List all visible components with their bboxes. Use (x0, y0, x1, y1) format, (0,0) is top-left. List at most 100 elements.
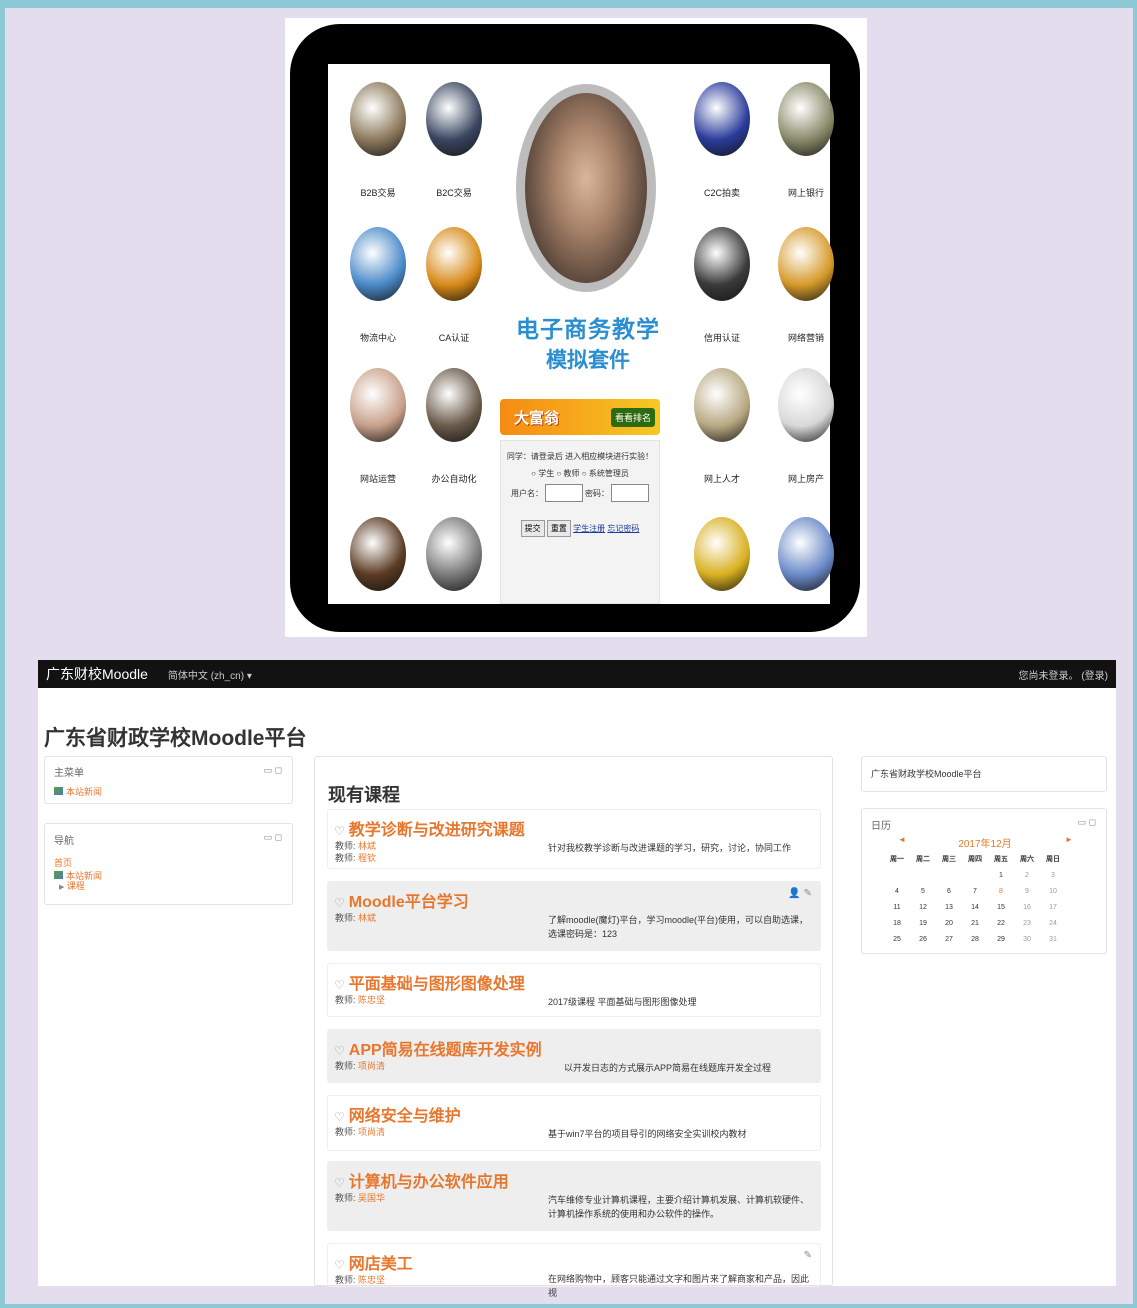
block-controls-icon[interactable]: ▭ ◻ (1078, 817, 1096, 828)
nav-courses-item[interactable]: ▶ 课程 (59, 879, 85, 892)
course-enrol-icons[interactable]: ✎ (804, 1250, 812, 1261)
module-label[interactable]: 网上人才 (682, 472, 762, 485)
password-input[interactable] (611, 484, 649, 502)
calendar-day[interactable]: 27 (936, 931, 962, 947)
next-month-button[interactable]: ► (1065, 835, 1073, 844)
course-title-link[interactable]: ♡ 计算机与办公软件应用 (334, 1168, 509, 1192)
portal-module-tile[interactable]: C2C拍卖 (682, 82, 762, 199)
calendar-day[interactable]: 12 (910, 899, 936, 915)
username-input[interactable] (545, 484, 583, 502)
calendar-day[interactable]: 16 (1014, 899, 1040, 915)
calendar-day[interactable]: 18 (884, 915, 910, 931)
teacher-link[interactable]: 程钦 (358, 853, 376, 863)
calendar-day[interactable]: 9 (1014, 883, 1040, 899)
module-label[interactable]: 网络营销 (766, 331, 846, 344)
course-title[interactable]: 网店美工 (349, 1256, 413, 1273)
calendar-day[interactable]: 8 (988, 883, 1014, 899)
course-title-link[interactable]: ♡ Moodle平台学习 (334, 888, 469, 912)
portal-module-tile[interactable]: 网上房产 (766, 368, 846, 485)
block-controls-icon[interactable]: ▭ ◻ (264, 765, 282, 776)
module-label[interactable]: CA认证 (414, 331, 494, 344)
course-title-link[interactable]: ♡ 网店美工 (334, 1250, 413, 1274)
calendar-day[interactable]: 5 (910, 883, 936, 899)
course-title[interactable]: 网络安全与维护 (349, 1108, 461, 1125)
portal-module-tile[interactable]: CA认证 (414, 227, 494, 344)
view-ranking-button[interactable]: 看看排名 (610, 408, 655, 427)
course-title-link[interactable]: ♡ 网络安全与维护 (334, 1102, 461, 1126)
nav-courses-link[interactable]: 课程 (67, 881, 85, 891)
teacher-link[interactable]: 林斌 (358, 913, 376, 923)
module-label[interactable]: 办公自动化 (414, 472, 494, 485)
module-label[interactable]: C2C拍卖 (682, 186, 762, 199)
teacher-link[interactable]: 陈忠坚 (358, 995, 385, 1005)
calendar-day[interactable]: 22 (988, 915, 1014, 931)
forgot-password-link[interactable]: 忘记密码 (607, 524, 639, 533)
portal-module-tile[interactable]: 网上银行 (766, 82, 846, 199)
register-link[interactable]: 学生注册 (573, 524, 605, 533)
portal-module-tile[interactable]: 办公自动化 (414, 368, 494, 485)
portal-module-tile[interactable] (766, 517, 846, 591)
calendar-day[interactable]: 21 (962, 915, 988, 931)
course-title[interactable]: 教学诊断与改进研究课题 (349, 822, 525, 839)
calendar-day[interactable]: 2 (1014, 867, 1040, 883)
teacher-link[interactable]: 林斌 (358, 841, 376, 851)
module-label[interactable]: 网上银行 (766, 186, 846, 199)
site-brand-link[interactable]: 广东财校Moodle (46, 664, 148, 684)
module-label[interactable]: 网上房产 (766, 472, 846, 485)
module-label[interactable]: 物流中心 (338, 331, 418, 344)
language-menu[interactable]: 简体中文 (zh_cn) ▾ (168, 667, 252, 682)
portal-module-tile[interactable]: B2B交易 (338, 82, 418, 199)
course-title[interactable]: Moodle平台学习 (349, 894, 469, 911)
portal-module-tile[interactable]: 物流中心 (338, 227, 418, 344)
portal-module-tile[interactable] (338, 517, 418, 591)
teacher-link[interactable]: 吴国华 (358, 1193, 385, 1203)
radio-teacher[interactable]: ○ 教师 (556, 469, 579, 478)
calendar-day[interactable]: 19 (910, 915, 936, 931)
calendar-day[interactable]: 29 (988, 931, 1014, 947)
submit-button[interactable]: 提交 (520, 520, 545, 537)
calendar-day[interactable]: 23 (1014, 915, 1040, 931)
reset-button[interactable]: 重置 (546, 520, 571, 537)
teacher-link[interactable]: 项尚清 (358, 1127, 385, 1137)
radio-student[interactable]: ○ 学生 (531, 469, 554, 478)
radio-admin[interactable]: ○ 系统管理员 (582, 469, 629, 478)
module-label[interactable]: B2B交易 (338, 186, 418, 199)
teacher-link[interactable]: 项尚清 (358, 1061, 385, 1071)
calendar-day[interactable]: 10 (1040, 883, 1066, 899)
calendar-day[interactable]: 4 (884, 883, 910, 899)
course-title[interactable]: 计算机与办公软件应用 (349, 1174, 509, 1191)
rich-game-banner[interactable]: 大富翁 看看排名 (500, 399, 660, 435)
main-menu-news-item[interactable]: 本站新闻 (54, 782, 102, 800)
module-label[interactable]: 网站运营 (338, 472, 418, 485)
portal-module-tile[interactable]: 信用认证 (682, 227, 762, 344)
course-title-link[interactable]: ♡ 教学诊断与改进研究课题 (334, 816, 525, 840)
calendar-day[interactable]: 13 (936, 899, 962, 915)
course-title[interactable]: 平面基础与图形图像处理 (349, 976, 525, 993)
teacher-link[interactable]: 陈忠坚 (358, 1275, 385, 1285)
calendar-day[interactable]: 20 (936, 915, 962, 931)
course-title-link[interactable]: ♡ APP简易在线题库开发实例 (334, 1036, 542, 1060)
calendar-day[interactable]: 25 (884, 931, 910, 947)
calendar-day[interactable]: 15 (988, 899, 1014, 915)
calendar-day[interactable]: 26 (910, 931, 936, 947)
calendar-day[interactable]: 6 (936, 883, 962, 899)
calendar-day[interactable]: 3 (1040, 867, 1066, 883)
calendar-day[interactable]: 7 (962, 883, 988, 899)
calendar-day[interactable]: 1 (988, 867, 1014, 883)
block-controls-icon[interactable]: ▭ ◻ (264, 832, 282, 843)
portal-module-tile[interactable] (682, 517, 762, 591)
calendar-day[interactable]: 31 (1040, 931, 1066, 947)
portal-module-tile[interactable] (414, 517, 494, 591)
login-status-link[interactable]: 您尚未登录。 (登录) (1019, 667, 1108, 682)
course-title[interactable]: APP简易在线题库开发实例 (349, 1042, 542, 1059)
calendar-day[interactable]: 14 (962, 899, 988, 915)
calendar-day[interactable]: 28 (962, 931, 988, 947)
portal-module-tile[interactable]: 网站运营 (338, 368, 418, 485)
calendar-day[interactable]: 17 (1040, 899, 1066, 915)
module-label[interactable]: B2C交易 (414, 186, 494, 199)
module-label[interactable]: 信用认证 (682, 331, 762, 344)
portal-module-tile[interactable]: 网络营销 (766, 227, 846, 344)
calendar-day[interactable]: 11 (884, 899, 910, 915)
site-news-link[interactable]: 本站新闻 (66, 787, 102, 797)
calendar-day[interactable]: 30 (1014, 931, 1040, 947)
